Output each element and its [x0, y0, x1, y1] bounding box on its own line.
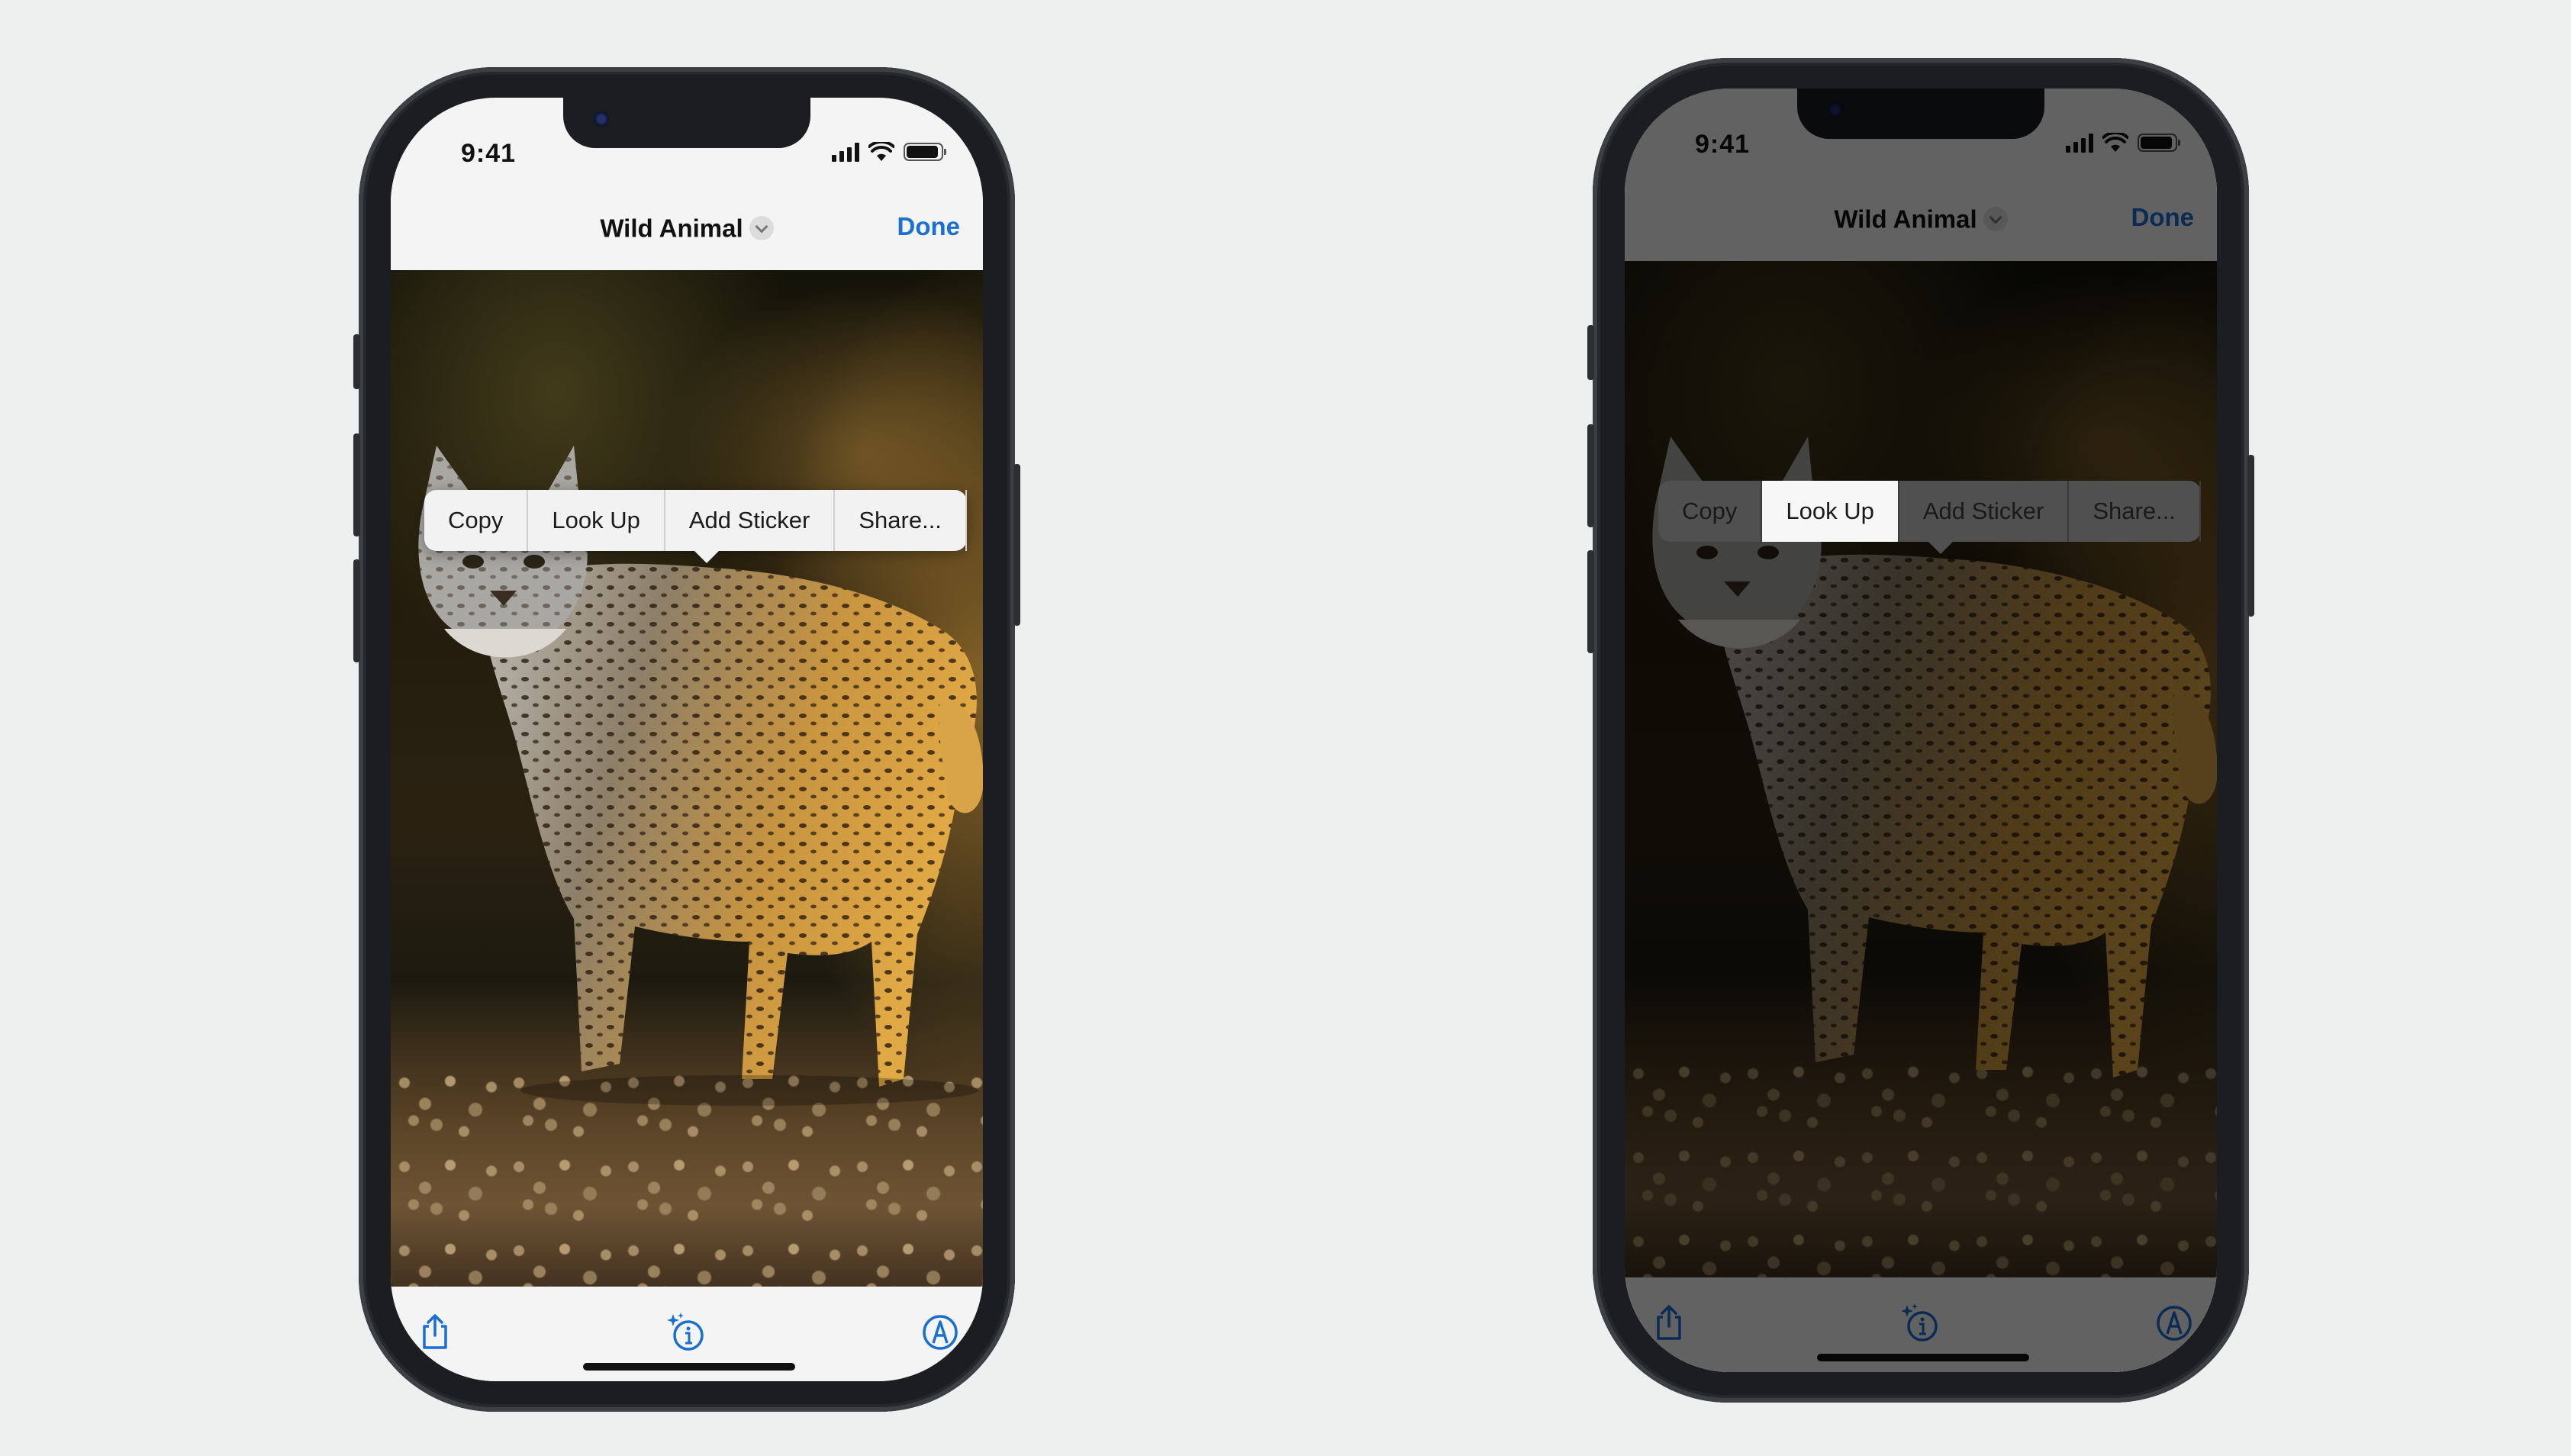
lynx-subject[interactable]: [391, 270, 983, 1287]
screen: 9:41 Wild Animal Done Copy Look Up Add S…: [1625, 89, 2217, 1372]
screen: Copy Look Up Add Sticker Share... 9:41 W…: [391, 98, 983, 1381]
chevron-down-icon: [749, 216, 774, 241]
wifi-icon: [2102, 133, 2128, 152]
done-button[interactable]: Done: [897, 212, 961, 241]
nav-title-button[interactable]: Wild Animal: [1625, 203, 2217, 234]
menu-add-sticker[interactable]: Add Sticker: [665, 490, 836, 551]
side-button: [2247, 455, 2254, 617]
menu-look-up-selected[interactable]: Look Up: [1762, 481, 1899, 542]
lynx-subject[interactable]: [1625, 261, 2217, 1277]
share-icon[interactable]: [412, 1309, 458, 1355]
menu-copy[interactable]: Copy: [1658, 481, 1763, 542]
context-menu: Copy Look Up Add Sticker Share...: [1658, 481, 2201, 554]
bottom-toolbar: [1625, 1277, 2217, 1372]
menu-add-sticker[interactable]: Add Sticker: [1899, 481, 2070, 542]
lynx-photo[interactable]: Copy Look Up Add Sticker Share...: [391, 270, 983, 1287]
phone-left: Copy Look Up Add Sticker Share... 9:41 W…: [353, 67, 1020, 1412]
cellular-signal-icon: [2066, 133, 2093, 153]
camera-icon: [1828, 102, 1843, 118]
side-button: [1013, 464, 1020, 626]
volume-up-button: [1587, 424, 1594, 527]
visual-look-up-info-icon[interactable]: [1898, 1300, 1944, 1346]
menu-share[interactable]: Share...: [2069, 481, 2201, 542]
dynamic-island: [1797, 89, 2044, 139]
action-button: [1587, 325, 1594, 380]
menu-pointer: [1928, 542, 1953, 554]
nav-title: Wild Animal: [600, 214, 743, 243]
chevron-down-icon: [1983, 207, 2008, 232]
done-button[interactable]: Done: [2131, 203, 2195, 232]
menu-look-up[interactable]: Look Up: [528, 490, 665, 551]
volume-down-button: [1587, 550, 1594, 653]
home-indicator[interactable]: [583, 1363, 795, 1371]
nav-bar: Wild Animal Done: [1625, 180, 2217, 261]
share-icon[interactable]: [1646, 1300, 1692, 1346]
dynamic-island: [563, 98, 810, 148]
camera-icon: [594, 111, 609, 127]
volume-down-button: [353, 559, 360, 662]
battery-icon: [2138, 134, 2180, 152]
cellular-signal-icon: [832, 142, 859, 162]
menu-pointer: [694, 551, 719, 563]
battery-icon: [904, 143, 946, 161]
status-time: 9:41: [461, 139, 517, 168]
home-indicator[interactable]: [1817, 1354, 2029, 1361]
bottom-toolbar: [391, 1287, 983, 1381]
nav-title-button[interactable]: Wild Animal: [391, 212, 983, 243]
volume-up-button: [353, 433, 360, 536]
menu-copy[interactable]: Copy: [424, 490, 529, 551]
status-time: 9:41: [1695, 130, 1751, 159]
markup-icon[interactable]: [917, 1309, 963, 1355]
nav-bar: Wild Animal Done: [391, 189, 983, 270]
nav-title: Wild Animal: [1834, 205, 1977, 234]
visual-look-up-info-icon[interactable]: [664, 1309, 710, 1355]
action-button: [353, 334, 360, 389]
phone-right: 9:41 Wild Animal Done Copy Look Up Add S…: [1587, 58, 2254, 1403]
menu-share[interactable]: Share...: [835, 490, 967, 551]
context-menu: Copy Look Up Add Sticker Share...: [424, 490, 967, 563]
markup-icon[interactable]: [2151, 1300, 2197, 1346]
lynx-photo[interactable]: [1625, 261, 2217, 1277]
wifi-icon: [868, 142, 894, 161]
